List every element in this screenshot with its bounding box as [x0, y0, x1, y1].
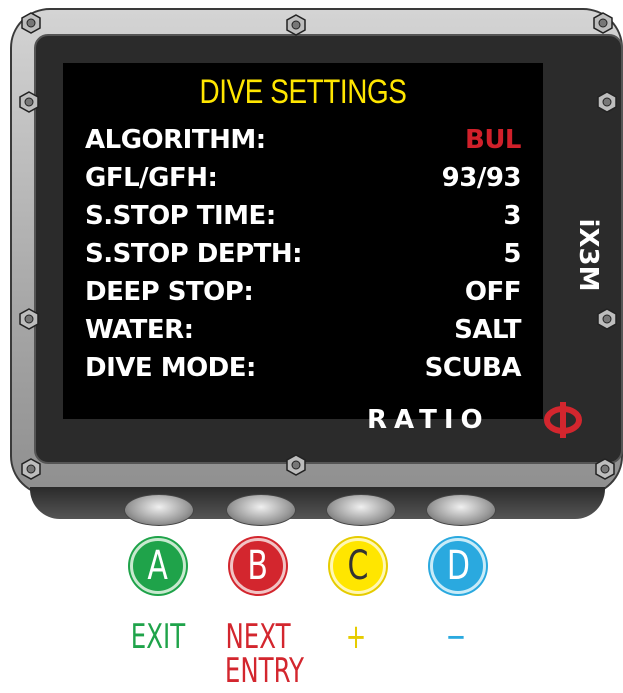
setting-row-deep-stop[interactable]: DEEP STOP: OFF: [85, 277, 522, 315]
button-a-letter: A: [147, 543, 169, 589]
setting-value: 3: [503, 201, 521, 231]
hex-screw-icon: [19, 308, 39, 330]
button-b-knob[interactable]: [226, 494, 296, 526]
lcd-screen: DIVE SETTINGS ALGORITHM: BUL GFL/GFH: 93…: [63, 63, 543, 419]
setting-row-gradient-factors[interactable]: GFL/GFH: 93/93: [85, 163, 522, 201]
setting-label: WATER:: [85, 315, 194, 345]
setting-value: 5: [503, 239, 521, 269]
button-a-action: EXIT: [130, 617, 186, 657]
hex-screw-icon: [21, 12, 41, 34]
setting-row-safety-stop-time[interactable]: S.STOP TIME: 3: [85, 201, 521, 239]
setting-label: ALGORITHM:: [85, 125, 266, 155]
setting-value: OFF: [464, 277, 522, 307]
button-c-badge: C: [330, 538, 386, 594]
setting-value: SCUBA: [424, 353, 522, 383]
button-d-letter: D: [446, 543, 470, 589]
button-b-action: NEXT ENTRY: [224, 617, 305, 691]
hex-screw-icon: [597, 91, 617, 113]
brand-label: RATIO: [367, 405, 490, 435]
button-d-knob[interactable]: [426, 494, 496, 526]
setting-value: 93/93: [441, 163, 522, 193]
ratio-phi-logo-icon: [544, 402, 582, 438]
button-b-badge: B: [230, 538, 286, 594]
setting-row-dive-mode[interactable]: DIVE MODE: SCUBA: [85, 353, 522, 391]
setting-label: DEEP STOP:: [85, 277, 254, 307]
hex-screw-icon: [593, 12, 613, 34]
button-a-badge: A: [130, 538, 186, 594]
model-label: iX3M: [573, 218, 603, 292]
button-b-action-line1: NEXT: [225, 617, 291, 657]
hex-screw-icon: [286, 14, 306, 36]
setting-row-water[interactable]: WATER: SALT: [85, 315, 521, 353]
settings-list: ALGORITHM: BUL GFL/GFH: 93/93 S.STOP TIM…: [85, 125, 522, 391]
screen-title: DIVE SETTINGS: [199, 73, 407, 111]
button-c-action: +: [345, 617, 367, 657]
setting-label: DIVE MODE:: [85, 353, 256, 383]
button-c-letter: C: [347, 543, 369, 589]
setting-label: S.STOP TIME:: [85, 201, 276, 231]
hex-screw-icon: [21, 458, 41, 480]
setting-label: S.STOP DEPTH:: [85, 239, 303, 269]
hex-screw-icon: [286, 454, 306, 476]
setting-row-safety-stop-depth[interactable]: S.STOP DEPTH: 5: [85, 239, 521, 277]
setting-value: SALT: [454, 315, 521, 345]
setting-label: GFL/GFH:: [85, 163, 218, 193]
button-c-knob[interactable]: [326, 494, 396, 526]
button-d-badge: D: [430, 538, 486, 594]
button-b-letter: B: [247, 543, 269, 589]
button-a-knob[interactable]: [124, 494, 194, 526]
hex-screw-icon: [19, 91, 39, 113]
device-base: [30, 487, 605, 519]
button-b-action-line2: ENTRY: [224, 651, 305, 691]
hex-screw-icon: [595, 458, 615, 480]
setting-row-algorithm[interactable]: ALGORITHM: BUL: [85, 125, 522, 163]
button-d-action: −: [445, 617, 467, 657]
setting-value: BUL: [465, 125, 522, 155]
hex-screw-icon: [597, 308, 617, 330]
